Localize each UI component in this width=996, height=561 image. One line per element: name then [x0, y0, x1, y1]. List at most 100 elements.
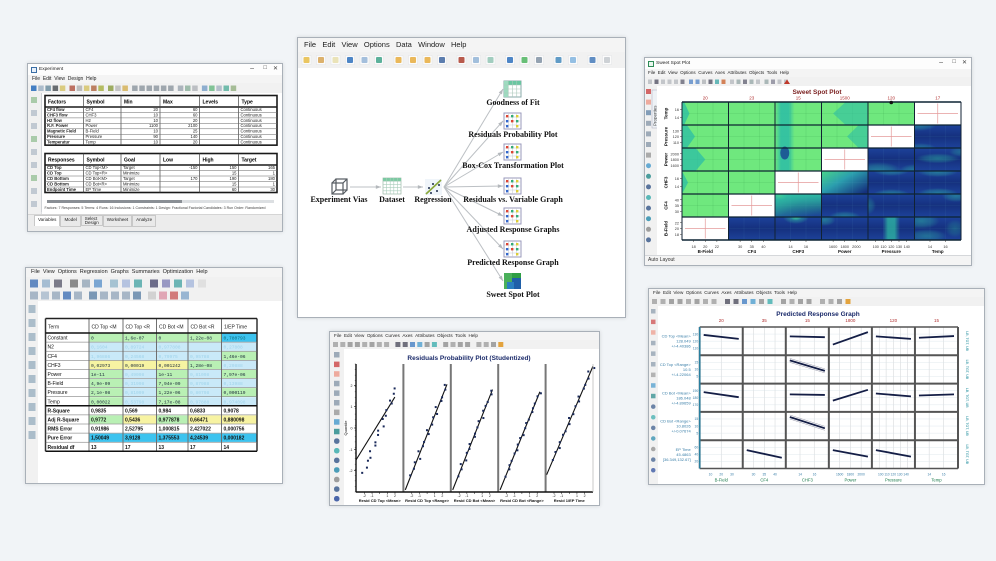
svg-text:Temp: Temp — [86, 140, 97, 145]
svg-text:0,87988: 0,87988 — [190, 381, 210, 387]
svg-text:0,91986: 0,91986 — [91, 427, 109, 433]
svg-text:1600: 1600 — [829, 245, 837, 249]
svg-text:Goal: Goal — [124, 158, 136, 164]
svg-text:Continuous: Continuous — [241, 118, 262, 123]
svg-text:170: 170 — [191, 176, 199, 181]
svg-text:0,80798: 0,80798 — [190, 390, 210, 396]
svg-text:Residual df: Residual df — [48, 445, 75, 451]
svg-text:100: 100 — [873, 245, 879, 249]
svg-text:Temp: Temp — [932, 249, 944, 254]
svg-text:Power: Power — [838, 249, 852, 254]
svg-text:23: 23 — [749, 96, 755, 101]
svg-text:30: 30 — [270, 187, 275, 192]
svg-text:B-Field: B-Field — [715, 478, 729, 483]
svg-text:Temperatur: Temperatur — [47, 140, 70, 145]
svg-text:LB, TGT, UB: LB, TGT, UB — [965, 360, 969, 380]
svg-text:110: 110 — [673, 141, 679, 145]
svg-text:-2: -2 — [349, 469, 352, 473]
svg-text:130: 130 — [693, 332, 699, 336]
svg-text:1,96886: 1,96886 — [91, 354, 111, 360]
svg-text:1800: 1800 — [671, 158, 679, 162]
svg-text:2000: 2000 — [852, 245, 860, 249]
svg-text:Endpoint Time: Endpoint Time — [47, 187, 77, 192]
svg-text:1,22e-06: 1,22e-06 — [159, 390, 181, 396]
svg-text:15: 15 — [695, 361, 699, 365]
svg-text:4,9e-09: 4,9e-09 — [91, 381, 111, 387]
svg-text:20: 20 — [703, 245, 707, 249]
svg-text:10: 10 — [153, 118, 158, 123]
svg-text:0,9078: 0,9078 — [224, 408, 240, 414]
svg-text:Predicted Response Graph: Predicted Response Graph — [467, 258, 559, 267]
svg-text:0,95788: 0,95788 — [190, 354, 210, 360]
svg-text:110: 110 — [880, 245, 886, 249]
svg-text:CD Top <R: CD Top <R — [126, 325, 151, 331]
svg-text:1800: 1800 — [847, 473, 855, 477]
svg-text:Temp: Temp — [48, 399, 60, 405]
svg-text:CD Bot<R>: CD Bot<R> — [86, 181, 108, 186]
svg-text:LB, TGT, UB: LB, TGT, UB — [965, 445, 969, 465]
svg-text:CF4: CF4 — [86, 107, 95, 112]
svg-text:CF4 flow: CF4 flow — [47, 107, 65, 112]
svg-text:0,49098: 0,49098 — [125, 372, 145, 378]
svg-text:20: 20 — [675, 227, 679, 231]
svg-text:16: 16 — [813, 473, 817, 477]
svg-text:0: 0 — [159, 336, 162, 342]
svg-text:0,9772: 0,9772 — [91, 418, 107, 424]
svg-text:16: 16 — [943, 245, 947, 249]
svg-text:90: 90 — [153, 134, 158, 139]
svg-text:0,000756: 0,000756 — [224, 427, 245, 433]
svg-text:1100: 1100 — [149, 123, 159, 128]
svg-text:180: 180 — [268, 176, 276, 181]
svg-text:25: 25 — [193, 129, 198, 134]
svg-text:1,46e-06: 1,46e-06 — [224, 354, 246, 360]
svg-text:10: 10 — [695, 368, 699, 372]
svg-text:CD Top: CD Top — [47, 170, 62, 175]
svg-text:CD Bot <R: CD Bot <R — [191, 325, 215, 331]
svg-text:40: 40 — [773, 473, 777, 477]
svg-text:Magnetic Field: Magnetic Field — [47, 129, 77, 134]
svg-text:0,81098: 0,81098 — [190, 372, 210, 378]
svg-text:Max: Max — [163, 100, 173, 106]
svg-text:190: 190 — [230, 176, 238, 181]
svg-text:10: 10 — [695, 424, 699, 428]
svg-text:2000: 2000 — [671, 152, 679, 156]
svg-text:H2 flow: H2 flow — [47, 118, 63, 123]
svg-text:20: 20 — [719, 473, 723, 477]
svg-text:140: 140 — [904, 245, 910, 249]
svg-text:16: 16 — [675, 177, 679, 181]
svg-text:Pure Error: Pure Error — [48, 436, 73, 442]
svg-text:Power: Power — [86, 123, 98, 128]
svg-text:5: 5 — [696, 431, 698, 435]
svg-text:60: 60 — [193, 107, 198, 112]
svg-text:10: 10 — [709, 473, 713, 477]
svg-text:Minimize: Minimize — [123, 170, 140, 175]
svg-text:N2: N2 — [48, 345, 55, 351]
svg-text:1,6e-07: 1,6e-07 — [125, 336, 145, 342]
svg-text:15: 15 — [796, 96, 802, 101]
svg-text:20: 20 — [153, 107, 158, 112]
svg-text:3,9128: 3,9128 — [125, 436, 141, 442]
svg-text:B-Field: B-Field — [698, 249, 714, 254]
svg-text:LB, TGT, UB: LB, TGT, UB — [965, 388, 969, 408]
svg-text:130: 130 — [896, 245, 902, 249]
svg-text:Continuous: Continuous — [241, 140, 262, 145]
svg-text:10: 10 — [153, 112, 158, 117]
svg-text:Target: Target — [123, 176, 135, 181]
svg-text:14: 14 — [675, 185, 679, 189]
svg-text:Pressure: Pressure — [47, 134, 66, 139]
svg-text:Power: Power — [844, 478, 856, 483]
svg-text:Target: Target — [123, 165, 135, 170]
svg-text:190: 190 — [693, 389, 699, 393]
svg-text:7,94e-09: 7,94e-09 — [159, 381, 181, 387]
svg-text:Responses: Responses — [48, 158, 75, 164]
svg-text:0,5436: 0,5436 — [125, 418, 141, 424]
svg-text:CHF3 flow: CHF3 flow — [47, 112, 68, 117]
svg-text:40: 40 — [675, 198, 679, 202]
svg-text:0,984: 0,984 — [159, 408, 172, 414]
svg-text:Power: Power — [48, 372, 63, 378]
svg-text:120: 120 — [673, 135, 679, 139]
svg-text:165: 165 — [268, 165, 276, 170]
svg-text:CHF3: CHF3 — [802, 478, 814, 483]
svg-text:1e-11: 1e-11 — [159, 372, 173, 378]
svg-text:0,000182: 0,000182 — [224, 436, 245, 442]
